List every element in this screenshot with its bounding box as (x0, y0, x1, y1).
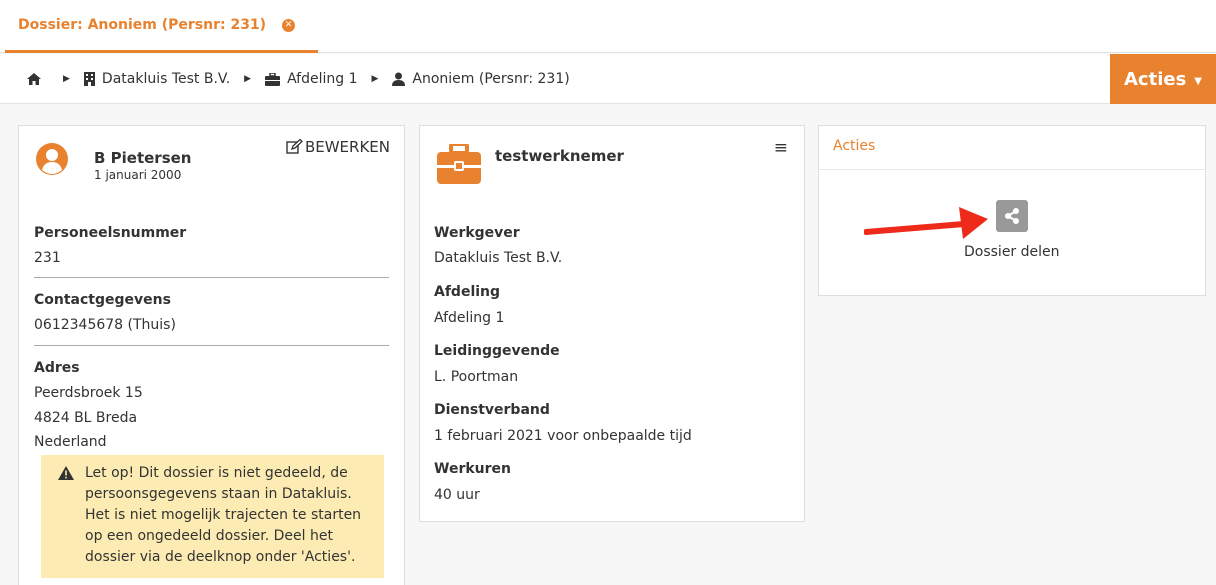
person-birthdate: 1 januari 2000 (94, 168, 182, 182)
breadcrumb: ▶ Datakluis Test B.V. ▶ Afdeling 1 ▶ Ano… (26, 54, 570, 104)
breadcrumb-label: Datakluis Test B.V. (101, 71, 231, 87)
annotation-arrow (864, 207, 988, 239)
field-value: Afdeling 1 (434, 310, 505, 326)
breadcrumb-item-employer[interactable]: Datakluis Test B.V. (83, 71, 231, 87)
field-value: 0612345678 (Thuis) (34, 317, 176, 333)
breadcrumb-item-department[interactable]: Afdeling 1 (265, 71, 357, 87)
share-label[interactable]: Dossier delen (964, 244, 1060, 260)
field-label: Werkgever (434, 225, 520, 241)
chevron-right-icon: ▶ (244, 74, 252, 84)
building-icon (83, 72, 95, 86)
divider (34, 277, 389, 278)
actions-button-label: Acties (1124, 68, 1187, 90)
breadcrumb-label: Anoniem (Persnr: 231) (412, 71, 570, 87)
employment-card: testwerknemer ≡ Werkgever Datakluis Test… (419, 125, 805, 522)
edit-icon (286, 139, 303, 154)
warning-notice: Let op! Dit dossier is niet gedeeld, de … (41, 455, 384, 578)
field-value: 40 uur (434, 487, 480, 503)
breadcrumb-label: Afdeling 1 (287, 71, 358, 87)
field-label: Personeelsnummer (34, 225, 187, 241)
edit-label: BEWERKEN (304, 138, 390, 156)
employment-title: testwerknemer (495, 147, 624, 165)
edit-button[interactable]: BEWERKEN (286, 138, 390, 156)
warning-icon (58, 466, 74, 480)
field-value: Datakluis Test B.V. (434, 250, 563, 266)
address-line: Nederland (34, 434, 107, 450)
field-value: 231 (34, 250, 61, 266)
tab-dossier[interactable]: Dossier: Anoniem (Persnr: 231) ✕ (5, 0, 318, 53)
caret-down-icon: ▼ (1194, 75, 1202, 87)
share-button[interactable] (996, 200, 1028, 232)
field-label: Contactgegevens (34, 292, 171, 308)
briefcase-icon (437, 144, 481, 184)
tab-bar: Dossier: Anoniem (Persnr: 231) ✕ (0, 0, 1216, 53)
field-label: Dienstverband (434, 402, 550, 418)
person-card: B Pietersen 1 januari 2000 BEWERKEN Pers… (18, 125, 405, 585)
briefcase-icon (265, 72, 281, 86)
hamburger-menu-icon[interactable]: ≡ (774, 138, 788, 158)
field-label: Leidinggevende (434, 343, 560, 359)
actions-dropdown-button[interactable]: Acties ▼ (1110, 54, 1216, 104)
address-line: 4824 BL Breda (34, 410, 138, 426)
breadcrumb-item-person[interactable]: Anoniem (Persnr: 231) (392, 71, 570, 87)
field-label: Afdeling (434, 284, 501, 300)
chevron-right-icon: ▶ (63, 74, 70, 84)
avatar-icon (36, 143, 68, 175)
field-label: Werkuren (434, 461, 511, 477)
field-label: Adres (34, 360, 80, 376)
close-icon[interactable]: ✕ (282, 18, 296, 32)
person-name: B Pietersen (94, 149, 192, 167)
field-value: 1 februari 2021 voor onbepaalde tijd (434, 428, 692, 444)
field-value: L. Poortman (434, 369, 519, 385)
home-icon (27, 73, 41, 85)
breadcrumb-home[interactable] (26, 72, 49, 86)
breadcrumb-bar: ▶ Datakluis Test B.V. ▶ Afdeling 1 ▶ Ano… (0, 54, 1216, 104)
warning-text: Let op! Dit dossier is niet gedeeld, de … (85, 465, 362, 565)
user-icon (392, 72, 406, 86)
tab-title: Dossier: Anoniem (Persnr: 231) (18, 17, 267, 33)
share-icon (1005, 208, 1019, 224)
chevron-right-icon: ▶ (371, 74, 379, 84)
address-line: Peerdsbroek 15 (34, 385, 143, 401)
actions-panel-title: Acties (819, 126, 1205, 170)
divider (34, 345, 389, 346)
